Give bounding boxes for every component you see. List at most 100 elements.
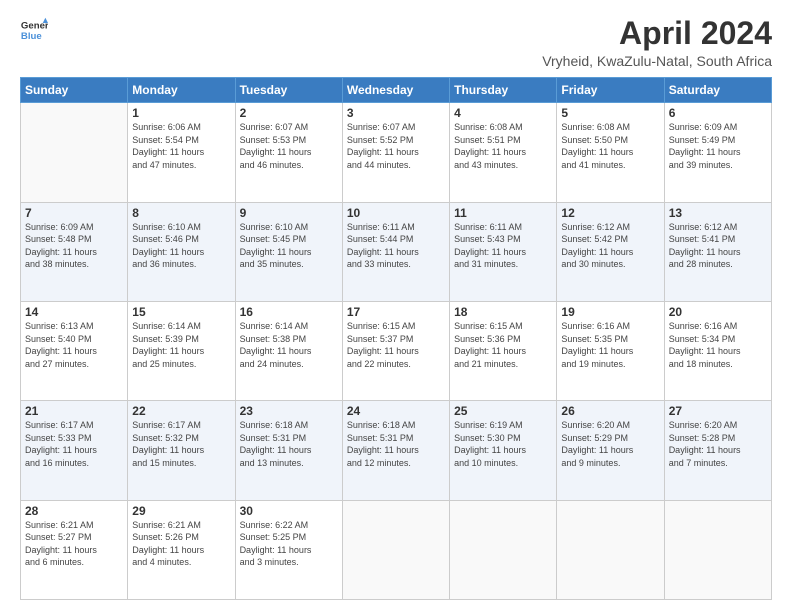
day-number: 15 [132,305,230,319]
calendar-week-row: 1Sunrise: 6:06 AM Sunset: 5:54 PM Daylig… [21,103,772,202]
table-row: 8Sunrise: 6:10 AM Sunset: 5:46 PM Daylig… [128,202,235,301]
day-number: 13 [669,206,767,220]
day-info: Sunrise: 6:09 AM Sunset: 5:48 PM Dayligh… [25,221,123,271]
table-row: 6Sunrise: 6:09 AM Sunset: 5:49 PM Daylig… [664,103,771,202]
day-number: 28 [25,504,123,518]
calendar-week-row: 14Sunrise: 6:13 AM Sunset: 5:40 PM Dayli… [21,301,772,400]
calendar-table: Sunday Monday Tuesday Wednesday Thursday… [20,77,772,600]
table-row [557,500,664,599]
day-number: 20 [669,305,767,319]
header-friday: Friday [557,78,664,103]
header: General Blue April 2024 Vryheid, KwaZulu… [20,16,772,69]
table-row: 19Sunrise: 6:16 AM Sunset: 5:35 PM Dayli… [557,301,664,400]
table-row: 26Sunrise: 6:20 AM Sunset: 5:29 PM Dayli… [557,401,664,500]
day-info: Sunrise: 6:08 AM Sunset: 5:51 PM Dayligh… [454,121,552,171]
day-number: 23 [240,404,338,418]
day-info: Sunrise: 6:17 AM Sunset: 5:33 PM Dayligh… [25,419,123,469]
header-tuesday: Tuesday [235,78,342,103]
table-row [342,500,449,599]
day-info: Sunrise: 6:18 AM Sunset: 5:31 PM Dayligh… [240,419,338,469]
header-sunday: Sunday [21,78,128,103]
day-number: 3 [347,106,445,120]
table-row: 18Sunrise: 6:15 AM Sunset: 5:36 PM Dayli… [450,301,557,400]
day-info: Sunrise: 6:21 AM Sunset: 5:27 PM Dayligh… [25,519,123,569]
table-row: 9Sunrise: 6:10 AM Sunset: 5:45 PM Daylig… [235,202,342,301]
day-info: Sunrise: 6:21 AM Sunset: 5:26 PM Dayligh… [132,519,230,569]
day-info: Sunrise: 6:12 AM Sunset: 5:41 PM Dayligh… [669,221,767,271]
day-info: Sunrise: 6:11 AM Sunset: 5:44 PM Dayligh… [347,221,445,271]
day-info: Sunrise: 6:17 AM Sunset: 5:32 PM Dayligh… [132,419,230,469]
day-info: Sunrise: 6:15 AM Sunset: 5:37 PM Dayligh… [347,320,445,370]
table-row: 2Sunrise: 6:07 AM Sunset: 5:53 PM Daylig… [235,103,342,202]
day-number: 21 [25,404,123,418]
day-number: 24 [347,404,445,418]
day-info: Sunrise: 6:18 AM Sunset: 5:31 PM Dayligh… [347,419,445,469]
day-info: Sunrise: 6:11 AM Sunset: 5:43 PM Dayligh… [454,221,552,271]
table-row: 23Sunrise: 6:18 AM Sunset: 5:31 PM Dayli… [235,401,342,500]
day-info: Sunrise: 6:09 AM Sunset: 5:49 PM Dayligh… [669,121,767,171]
day-info: Sunrise: 6:15 AM Sunset: 5:36 PM Dayligh… [454,320,552,370]
day-info: Sunrise: 6:10 AM Sunset: 5:46 PM Dayligh… [132,221,230,271]
title-block: April 2024 Vryheid, KwaZulu-Natal, South… [542,16,772,69]
day-info: Sunrise: 6:12 AM Sunset: 5:42 PM Dayligh… [561,221,659,271]
day-number: 16 [240,305,338,319]
table-row: 29Sunrise: 6:21 AM Sunset: 5:26 PM Dayli… [128,500,235,599]
day-info: Sunrise: 6:14 AM Sunset: 5:39 PM Dayligh… [132,320,230,370]
day-number: 4 [454,106,552,120]
svg-text:Blue: Blue [21,31,42,42]
table-row: 17Sunrise: 6:15 AM Sunset: 5:37 PM Dayli… [342,301,449,400]
subtitle: Vryheid, KwaZulu-Natal, South Africa [542,53,772,69]
day-info: Sunrise: 6:07 AM Sunset: 5:53 PM Dayligh… [240,121,338,171]
day-number: 19 [561,305,659,319]
table-row: 25Sunrise: 6:19 AM Sunset: 5:30 PM Dayli… [450,401,557,500]
table-row: 4Sunrise: 6:08 AM Sunset: 5:51 PM Daylig… [450,103,557,202]
table-row: 16Sunrise: 6:14 AM Sunset: 5:38 PM Dayli… [235,301,342,400]
logo: General Blue [20,16,48,44]
day-number: 17 [347,305,445,319]
day-info: Sunrise: 6:16 AM Sunset: 5:34 PM Dayligh… [669,320,767,370]
day-number: 6 [669,106,767,120]
table-row: 11Sunrise: 6:11 AM Sunset: 5:43 PM Dayli… [450,202,557,301]
calendar-week-row: 28Sunrise: 6:21 AM Sunset: 5:27 PM Dayli… [21,500,772,599]
table-row: 27Sunrise: 6:20 AM Sunset: 5:28 PM Dayli… [664,401,771,500]
day-number: 29 [132,504,230,518]
calendar-week-row: 7Sunrise: 6:09 AM Sunset: 5:48 PM Daylig… [21,202,772,301]
header-saturday: Saturday [664,78,771,103]
day-number: 26 [561,404,659,418]
header-monday: Monday [128,78,235,103]
day-number: 8 [132,206,230,220]
day-number: 22 [132,404,230,418]
day-info: Sunrise: 6:14 AM Sunset: 5:38 PM Dayligh… [240,320,338,370]
day-number: 11 [454,206,552,220]
day-number: 2 [240,106,338,120]
table-row [21,103,128,202]
logo-icon: General Blue [20,16,48,44]
table-row: 13Sunrise: 6:12 AM Sunset: 5:41 PM Dayli… [664,202,771,301]
day-number: 30 [240,504,338,518]
page: General Blue April 2024 Vryheid, KwaZulu… [0,0,792,612]
table-row: 3Sunrise: 6:07 AM Sunset: 5:52 PM Daylig… [342,103,449,202]
day-number: 14 [25,305,123,319]
day-info: Sunrise: 6:10 AM Sunset: 5:45 PM Dayligh… [240,221,338,271]
day-info: Sunrise: 6:20 AM Sunset: 5:28 PM Dayligh… [669,419,767,469]
day-info: Sunrise: 6:20 AM Sunset: 5:29 PM Dayligh… [561,419,659,469]
table-row: 10Sunrise: 6:11 AM Sunset: 5:44 PM Dayli… [342,202,449,301]
table-row: 24Sunrise: 6:18 AM Sunset: 5:31 PM Dayli… [342,401,449,500]
day-info: Sunrise: 6:06 AM Sunset: 5:54 PM Dayligh… [132,121,230,171]
main-title: April 2024 [542,16,772,51]
day-number: 27 [669,404,767,418]
header-thursday: Thursday [450,78,557,103]
calendar-week-row: 21Sunrise: 6:17 AM Sunset: 5:33 PM Dayli… [21,401,772,500]
day-number: 7 [25,206,123,220]
table-row: 28Sunrise: 6:21 AM Sunset: 5:27 PM Dayli… [21,500,128,599]
day-number: 1 [132,106,230,120]
table-row: 22Sunrise: 6:17 AM Sunset: 5:32 PM Dayli… [128,401,235,500]
day-info: Sunrise: 6:22 AM Sunset: 5:25 PM Dayligh… [240,519,338,569]
day-info: Sunrise: 6:07 AM Sunset: 5:52 PM Dayligh… [347,121,445,171]
table-row [664,500,771,599]
table-row: 5Sunrise: 6:08 AM Sunset: 5:50 PM Daylig… [557,103,664,202]
table-row: 15Sunrise: 6:14 AM Sunset: 5:39 PM Dayli… [128,301,235,400]
day-info: Sunrise: 6:13 AM Sunset: 5:40 PM Dayligh… [25,320,123,370]
day-number: 9 [240,206,338,220]
table-row: 30Sunrise: 6:22 AM Sunset: 5:25 PM Dayli… [235,500,342,599]
